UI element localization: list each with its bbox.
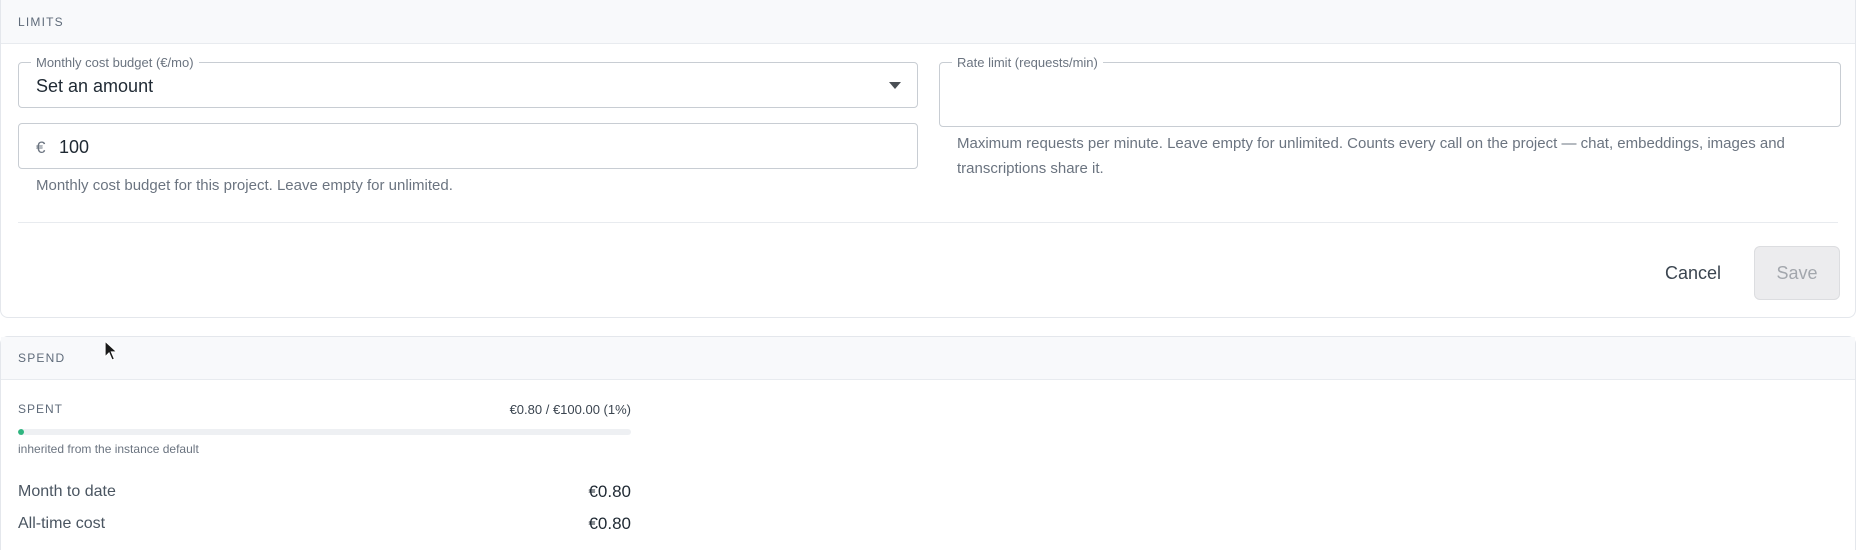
spend-panel: SPEND SPENT €0.80 / €100.00 (1%) inherit… [0,336,1856,550]
rate-limit-field[interactable]: Rate limit (requests/min) [939,55,1841,127]
inherited-note: inherited from the instance default [18,442,199,456]
stat-label: All-time cost [18,515,106,532]
budget-mode-value: Set an amount [36,76,154,96]
rate-limit-input[interactable] [954,77,1834,109]
mouse-cursor-icon [104,340,118,361]
limits-panel: LIMITS Monthly cost budget (€/mo) Set an… [0,0,1856,318]
euro-currency-icon: € [36,138,46,157]
stat-value: €0.80 [588,482,631,501]
stat-label: Month to date [18,483,116,500]
stat-row-month-to-date: Month to date €0.80 [18,477,631,507]
limits-header: LIMITS [1,0,1855,44]
project-limits-page: LIMITS Monthly cost budget (€/mo) Set an… [0,0,1860,550]
stat-row-all-time-cost: All-time cost €0.80 [18,509,631,539]
spent-label: SPENT [18,402,64,416]
budget-helper-text: Monthly cost budget for this project. Le… [36,177,453,194]
rate-limit-helper-text: Maximum requests per minute. Leave empty… [957,135,1785,177]
budget-mode-legend: Monthly cost budget (€/mo) [31,55,199,70]
stat-value: €0.80 [588,514,631,533]
budget-amount-field[interactable]: € [18,123,918,169]
rate-limit-legend: Rate limit (requests/min) [952,55,1103,70]
spend-progress-bar [18,429,631,435]
budget-mode-select[interactable]: Monthly cost budget (€/mo) Set an amount [18,55,918,108]
cancel-button[interactable]: Cancel [1641,248,1745,298]
save-button[interactable]: Save [1754,246,1840,300]
spend-header: SPEND [1,337,1855,380]
spend-progress-fill [18,429,25,435]
limits-divider [18,222,1838,223]
spent-value: €0.80 / €100.00 (1%) [509,402,631,417]
budget-amount-input[interactable] [59,133,659,161]
chevron-down-icon[interactable] [889,82,901,89]
